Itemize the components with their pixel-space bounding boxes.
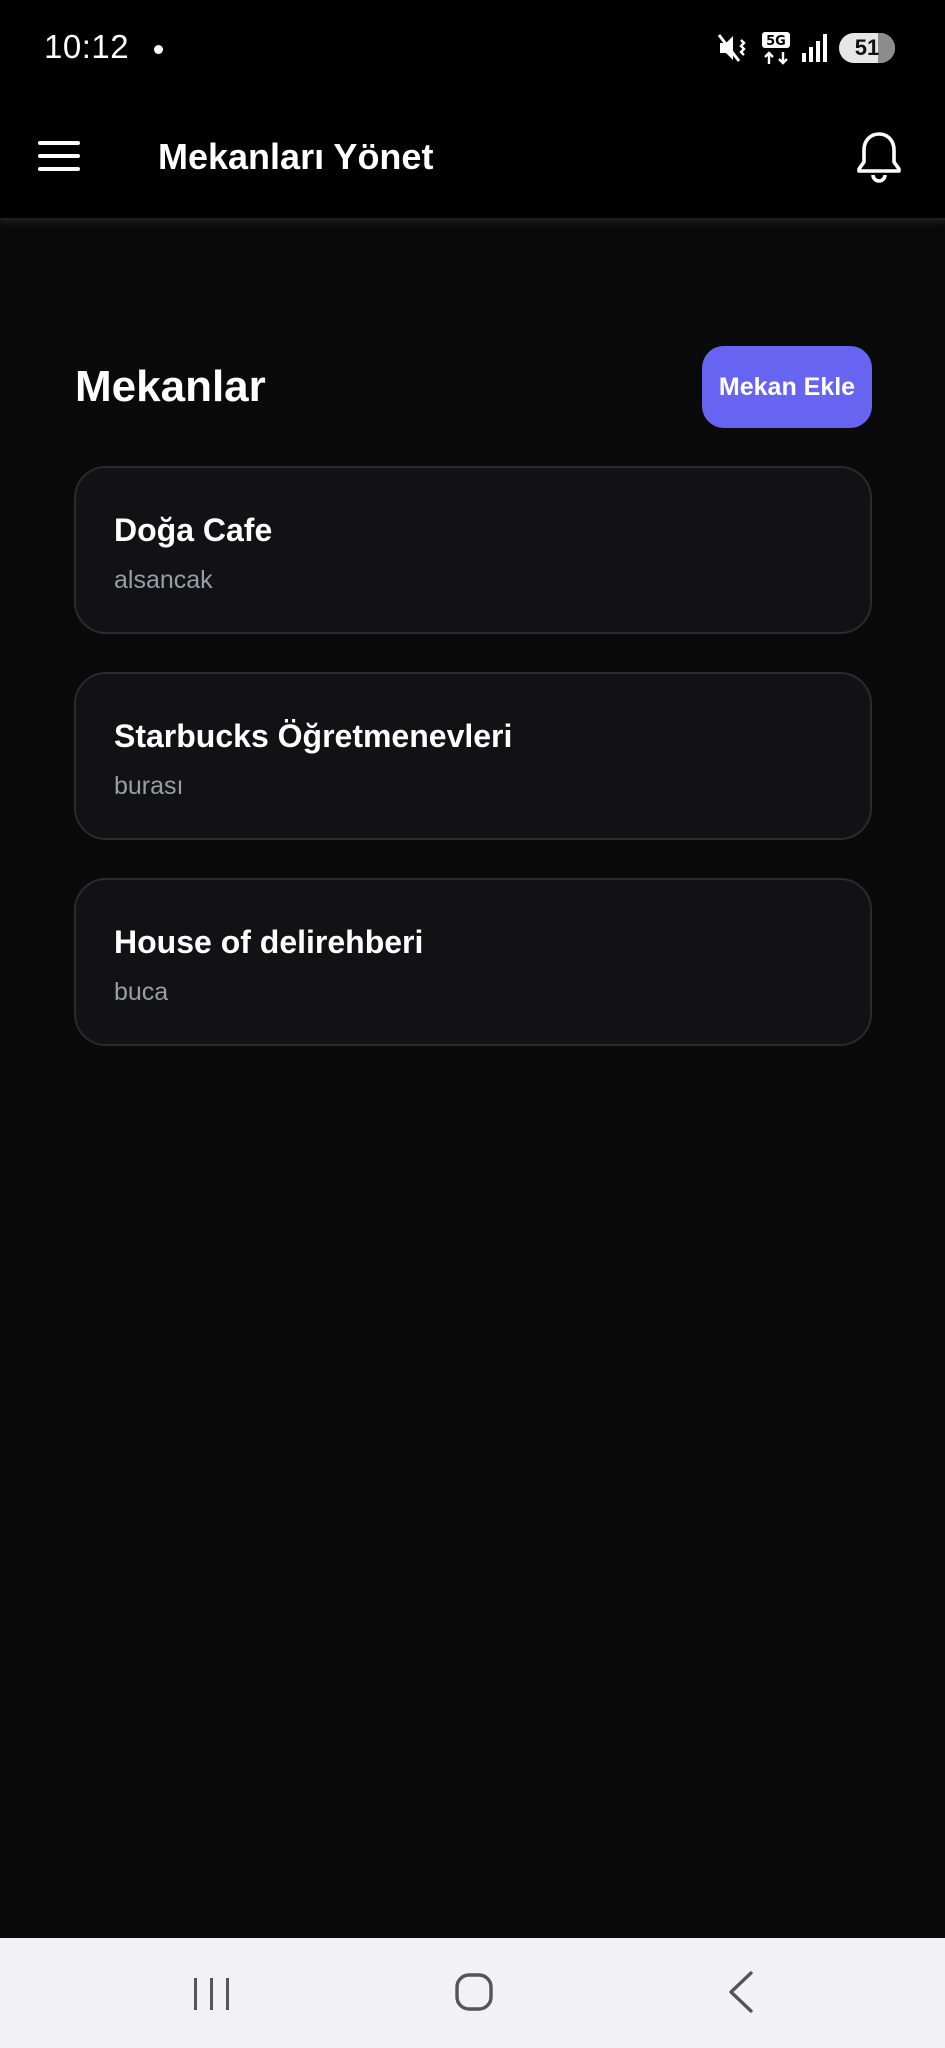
venue-card[interactable]: Starbucks Öğretmenevleri burası (74, 672, 872, 840)
venue-card[interactable]: House of delirehberi buca (74, 878, 872, 1046)
venue-list: Doğa Cafe alsancak Starbucks Öğretmenevl… (74, 466, 872, 1084)
section-title: Mekanlar (75, 362, 266, 411)
notification-dot-icon (154, 45, 163, 54)
recent-apps-icon[interactable] (190, 1976, 234, 2012)
app-bar: Mekanları Yönet (0, 96, 945, 220)
screen: 10:12 5G 51 Mekanları Yönet Mekanlar Mek… (0, 0, 945, 2048)
battery-icon: 51 (839, 33, 895, 63)
5g-data-icon: 5G (762, 32, 790, 65)
system-nav-bar (0, 1938, 945, 2048)
back-icon[interactable] (726, 1970, 756, 2014)
svg-text:5G: 5G (766, 34, 786, 49)
venue-location: alsancak (114, 566, 213, 594)
mute-vibrate-icon (717, 34, 746, 62)
venue-name: Starbucks Öğretmenevleri (114, 718, 513, 754)
add-venue-button[interactable]: Mekan Ekle (702, 346, 872, 428)
venue-location: burası (114, 772, 184, 800)
signal-icon (802, 34, 827, 62)
venue-name: Doğa Cafe (114, 512, 273, 548)
home-icon[interactable] (454, 1972, 494, 2012)
venue-card[interactable]: Doğa Cafe alsancak (74, 466, 872, 634)
bell-icon[interactable] (855, 130, 903, 184)
page-title: Mekanları Yönet (158, 136, 434, 177)
battery-level: 51 (854, 35, 880, 60)
menu-icon[interactable] (36, 138, 82, 174)
venue-name: House of delirehberi (114, 924, 424, 960)
venue-location: buca (114, 978, 169, 1006)
status-icons: 5G 51 (717, 30, 895, 66)
status-bar: 10:12 5G 51 (0, 0, 945, 96)
status-time: 10:12 (44, 28, 130, 65)
